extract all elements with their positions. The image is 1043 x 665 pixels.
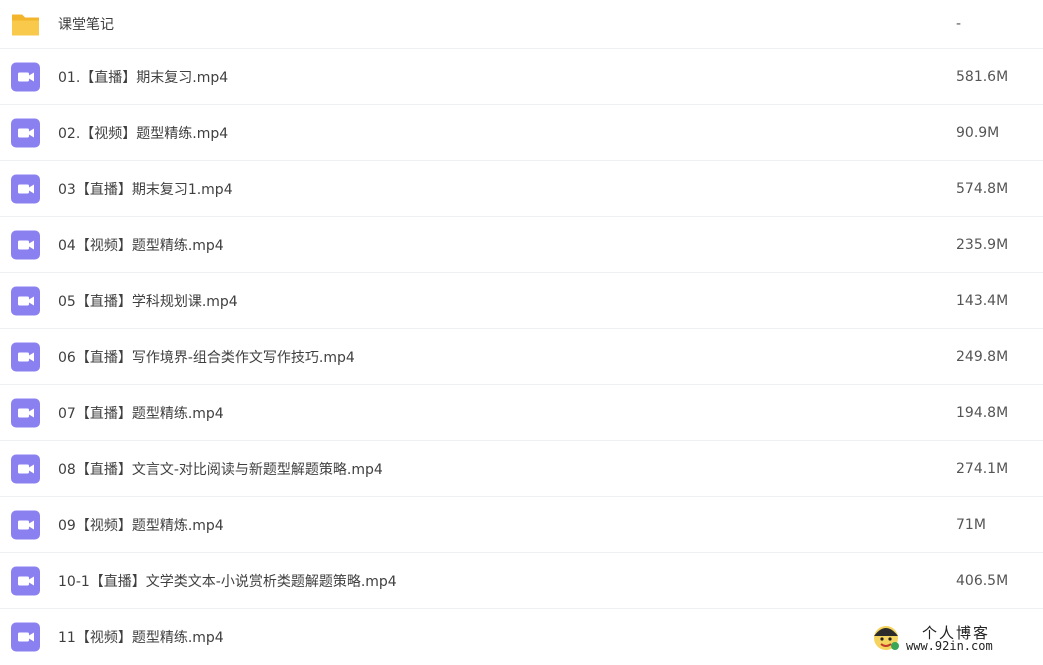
file-name: 课堂笔记 [58,17,114,33]
watermark-url: www.92in.com [906,639,993,653]
list-item-folder[interactable]: 课堂笔记 - [0,0,1043,49]
list-item-video[interactable]: 01.【直播】期末复习.mp4 581.6M [0,49,1043,105]
watermark: 个人博客 www.92in.com [870,620,1035,656]
list-item-video[interactable]: 03【直播】期末复习1.mp4 574.8M [0,161,1043,217]
file-size: 90.9M [956,124,1000,141]
file-size: 194.8M [956,404,1009,421]
video-file-icon [11,566,40,595]
video-file-icon [11,230,40,259]
file-name: 05【直播】学科规划课.mp4 [58,293,238,310]
file-size: 406.5M [956,572,1009,589]
file-size: - [956,16,962,32]
list-item-video[interactable]: 06【直播】写作境界-组合类作文写作技巧.mp4 249.8M [0,329,1043,385]
file-name: 07【直播】题型精练.mp4 [58,405,224,422]
file-size: 143.4M [956,292,1009,309]
file-size: 249.8M [956,348,1009,365]
video-file-icon [11,622,40,652]
file-name: 04【视频】题型精练.mp4 [58,237,224,254]
list-item-video[interactable]: 04【视频】题型精练.mp4 235.9M [0,217,1043,273]
file-size: 71M [956,516,986,533]
video-file-icon [11,118,40,147]
list-item-video[interactable]: 05【直播】学科规划课.mp4 143.4M [0,273,1043,329]
folder-icon [12,14,39,36]
file-size: 574.8M [956,180,1009,197]
file-name: 01.【直播】期末复习.mp4 [58,69,229,86]
list-item-video[interactable]: 07【直播】题型精练.mp4 194.8M [0,385,1043,441]
list-item-video[interactable]: 08【直播】文言文-对比阅读与新题型解题策略.mp4 274.1M [0,441,1043,497]
list-item-video[interactable]: 02.【视频】题型精练.mp4 90.9M [0,105,1043,161]
file-name: 02.【视频】题型精练.mp4 [58,125,229,142]
video-file-icon [11,510,40,539]
file-name: 10-1【直播】文学类文本-小说赏析类题解题策略.mp4 [58,573,397,590]
file-name: 03【直播】期末复习1.mp4 [58,181,233,198]
video-file-icon [11,286,40,315]
file-name: 11【视频】题型精练.mp4 [58,630,224,646]
video-file-icon [11,174,40,203]
mascot-logo-icon [874,626,899,650]
file-size: 581.6M [956,68,1009,85]
file-name: 09【视频】题型精炼.mp4 [58,517,224,534]
video-file-icon [11,454,40,483]
video-file-icon [11,62,40,91]
list-item-video[interactable]: 09【视频】题型精炼.mp4 71M [0,497,1043,553]
file-size: 274.1M [956,460,1009,477]
video-file-icon [11,342,40,371]
file-name: 06【直播】写作境界-组合类作文写作技巧.mp4 [58,349,355,366]
file-name: 08【直播】文言文-对比阅读与新题型解题策略.mp4 [58,461,383,478]
list-item-video[interactable]: 10-1【直播】文学类文本-小说赏析类题解题策略.mp4 406.5M [0,553,1043,609]
file-list: 课堂笔记 - 01.【直播】期末复习.mp4 581.6M 02.【视频】题型精… [0,0,1043,665]
file-size: 235.9M [956,236,1009,253]
video-file-icon [11,398,40,427]
